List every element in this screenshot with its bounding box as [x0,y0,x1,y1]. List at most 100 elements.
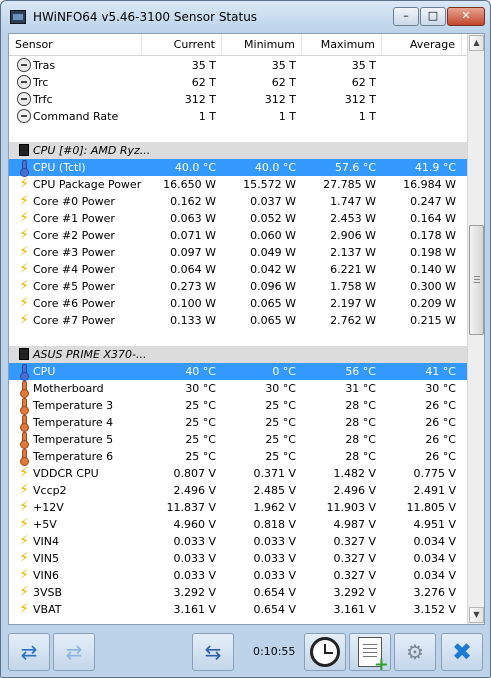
sensor-table: Sensor Current Minimum Maximum Average T… [8,33,485,625]
scroll-up-arrow-icon[interactable]: ▲ [469,35,484,51]
average-value: 11.805 V [406,501,456,514]
sensor-name: VDDCR CPU [33,467,99,480]
maximum-value: 6.221 W [330,263,376,276]
expand-arrows-button[interactable]: ⇄ [53,633,95,671]
maximum-value: 31 °C [345,382,376,395]
table-row[interactable]: Temperature 4 25 °C 25 °C 28 °C 26 °C [9,414,467,432]
vertical-scrollbar[interactable]: ▲ ▼ [467,34,484,624]
table-row[interactable]: ⚡ 3VSB 3.292 V 0.654 V 3.292 V 3.276 V [9,584,467,601]
minimum-value: 0.096 W [250,280,296,293]
current-value: 0.097 W [170,246,216,259]
average-value: 0.209 W [410,297,456,310]
minimum-value: 62 T [271,76,296,89]
app-icon [10,10,26,24]
scrollbar-thumb[interactable] [469,225,484,335]
current-value: 16.650 W [163,178,216,191]
table-row[interactable]: Temperature 6 25 °C 25 °C 28 °C 26 °C [9,448,467,466]
table-row[interactable]: Motherboard 30 °C 30 °C 31 °C 30 °C [9,380,467,398]
table-row[interactable]: ⚡ Core #6 Power 0.100 W 0.065 W 2.197 W 0.209… [9,295,467,312]
blank-row [9,125,467,142]
table-row[interactable]: ⚡ Core #7 Power 0.133 W 0.065 W 2.762 W 0.215… [9,312,467,329]
table-row[interactable]: ⚡ Core #4 Power 0.064 W 0.042 W 6.221 W 0.140… [9,261,467,278]
sensor-name: Command Rate [33,110,119,123]
close-button[interactable]: ✖ [441,633,483,671]
sensor-rows: Tras 35 T 35 T 35 T Trc 62 T 62 T 62 T Trfc 312 T… [9,57,467,618]
table-row[interactable]: Tras 35 T 35 T 35 T [9,57,467,74]
maximum-value: 0.327 V [333,535,376,548]
current-value: 2.496 V [173,484,216,497]
minimum-value: 25 °C [265,416,296,429]
table-row[interactable]: ⚡ +12V 11.837 V 1.962 V 11.903 V 11.805 V [9,499,467,516]
logging-button[interactable] [349,633,391,674]
column-header-maximum[interactable]: Maximum [302,34,382,56]
minimum-value: 0.052 W [250,212,296,225]
sensor-group-row[interactable]: CPU [#0]: AMD Ryz... [9,142,467,159]
minimize-button[interactable]: – [393,7,419,26]
table-row[interactable]: CPU (Tctl) 40.0 °C 40.0 °C 57.6 °C 41.9 °C [9,159,467,177]
table-row[interactable]: ⚡ Core #5 Power 0.273 W 0.096 W 1.758 W 0.300… [9,278,467,295]
minimum-value: 15.572 W [243,178,296,191]
current-value: 0.033 V [173,535,216,548]
average-value: 0.215 W [410,314,456,327]
table-row[interactable]: ⚡ +5V 4.960 V 0.818 V 4.987 V 4.951 V [9,516,467,533]
sensor-name: CPU Package Power [33,178,142,191]
table-row[interactable]: ⚡ Vccp2 2.496 V 2.485 V 2.496 V 2.491 V [9,482,467,499]
sensor-name: ASUS PRIME X370-... [33,348,147,361]
table-row[interactable]: ⚡ VIN4 0.033 V 0.033 V 0.327 V 0.034 V [9,533,467,550]
window-title: HWiNFO64 v5.46-3100 Sensor Status [33,10,258,24]
table-row[interactable]: ⚡ Core #1 Power 0.063 W 0.052 W 2.453 W 0.164… [9,210,467,227]
current-value: 35 T [191,59,216,72]
current-value: 0.162 W [170,195,216,208]
maximum-value: 11.903 V [326,501,376,514]
minimum-value: 25 °C [265,399,296,412]
scroll-down-arrow-icon[interactable]: ▼ [469,607,484,623]
sensor-name: 3VSB [33,586,63,599]
table-row[interactable]: Trc 62 T 62 T 62 T [9,74,467,91]
network-button[interactable]: ⇆ [192,633,234,671]
minimum-value: 312 T [264,93,296,106]
table-row[interactable]: ⚡ Core #3 Power 0.097 W 0.049 W 2.137 W 0.198… [9,244,467,261]
settings-button[interactable]: ⚙ [394,633,436,671]
maximum-value: 2.906 W [330,229,376,242]
average-value: 26 °C [425,399,456,412]
column-header-average[interactable]: Average [382,34,462,56]
maximize-button[interactable]: □ [420,7,446,26]
table-row[interactable]: Trfc 312 T 312 T 312 T [9,91,467,108]
current-value: 312 T [184,93,216,106]
sensor-name: Core #6 Power [33,297,115,310]
table-row[interactable]: Temperature 3 25 °C 25 °C 28 °C 26 °C [9,397,467,415]
table-row[interactable]: ⚡ VDDCR CPU 0.807 V 0.371 V 1.482 V 0.775 V [9,465,467,482]
sensor-group-row[interactable]: ASUS PRIME X370-... [9,346,467,363]
minimum-value: 1 T [278,110,296,123]
table-row[interactable]: ⚡ VIN5 0.033 V 0.033 V 0.327 V 0.034 V [9,550,467,567]
maximum-value: 2.453 W [330,212,376,225]
minimum-value: 0.033 V [253,569,296,582]
table-row[interactable]: ⚡ VIN6 0.033 V 0.033 V 0.327 V 0.034 V [9,567,467,584]
current-value: 0.033 V [173,569,216,582]
close-window-button[interactable]: ✕ [447,7,485,26]
column-header-current[interactable]: Current [142,34,222,56]
sensor-name: CPU [33,365,56,378]
table-row[interactable]: ⚡ Core #2 Power 0.071 W 0.060 W 2.906 W 0.178… [9,227,467,244]
table-row[interactable]: CPU 40 °C 0 °C 56 °C 41 °C [9,363,467,381]
blank-row [9,329,467,346]
current-value: 3.161 V [173,603,216,616]
table-row[interactable]: ⚡ VBAT 3.161 V 0.654 V 3.161 V 3.152 V [9,601,467,618]
current-value: 11.837 V [166,501,216,514]
table-row[interactable]: Temperature 5 25 °C 25 °C 28 °C 26 °C [9,431,467,449]
table-row[interactable]: ⚡ Core #0 Power 0.162 W 0.037 W 1.747 W 0.247… [9,193,467,210]
collapse-arrows-button[interactable]: ⇄ [8,633,50,671]
table-row[interactable]: Command Rate 1 T 1 T 1 T [9,108,467,125]
column-header-minimum[interactable]: Minimum [222,34,302,56]
maximum-value: 28 °C [345,416,376,429]
current-value: 25 °C [185,450,216,463]
average-value [382,57,462,74]
maximum-value: 2.496 V [333,484,376,497]
table-row[interactable]: ⚡ CPU Package Power 16.650 W 15.572 W 27.785… [9,176,467,193]
sensor-name: Temperature 6 [33,450,114,463]
column-header-sensor[interactable]: Sensor [9,34,142,56]
average-value: 2.491 V [413,484,456,497]
reset-clock-button[interactable] [304,633,346,671]
sensor-name: Core #0 Power [33,195,115,208]
minimum-value: 2.485 V [253,484,296,497]
